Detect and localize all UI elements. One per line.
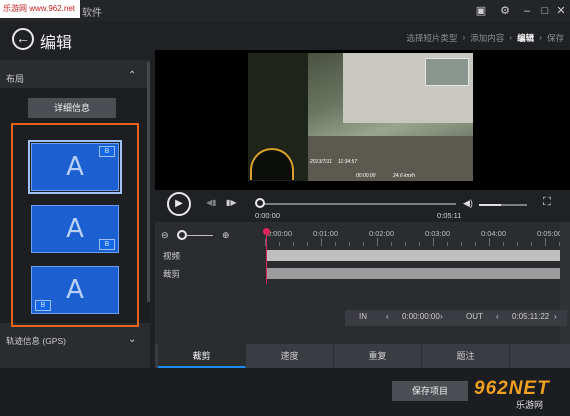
thumb-pip-label: B [35,300,51,311]
zoom-in-icon[interactable]: ⊕ [222,230,230,241]
total-time: 0:05:11 [437,211,462,220]
layout-thumb-3[interactable]: A B [31,266,119,314]
gps-section-title[interactable]: 轨迹信息 (GPS) [6,335,66,347]
chevron-right-icon: › [539,32,542,42]
osd-clock: 11:34:57 [338,159,358,165]
step-2[interactable]: 添加内容 [470,32,504,44]
current-time: 0:00:00 [255,211,281,220]
out-label: OUT [466,312,483,321]
tick-label: 0:04:00 [481,229,507,238]
play-button[interactable]: ▶ [167,192,191,216]
out-time[interactable]: 0:05:11:22 [512,312,549,321]
tab-caption[interactable]: 题注 [422,344,510,368]
step-1[interactable]: 选择短片类型 [406,32,457,44]
minimize-icon[interactable]: – [519,3,535,19]
track-label-cut: 裁剪 [163,269,181,279]
seek-handle[interactable] [255,198,265,208]
chevron-right-icon: › [462,32,466,42]
settings-icon[interactable]: ⚙ [497,3,513,19]
osd-date: 2013/7/11 [310,159,332,165]
in-time[interactable]: 0:00:00:00 [402,312,440,321]
chevron-right-icon: › [509,32,513,42]
tab-repeat[interactable]: 重复 [334,344,422,368]
osd-dist: 00:00:00 [356,173,376,179]
step-3[interactable]: 编辑 [517,32,534,44]
brand-main-text: 962NET [474,378,550,399]
next-frame-icon[interactable]: ▮▶ [226,198,237,207]
scrollbar[interactable] [147,62,150,302]
layout-thumb-1[interactable]: A B [28,140,122,194]
arrow-left-icon: ← [16,30,30,46]
picture-in-picture [425,58,469,86]
volume-icon[interactable]: ◀) [463,198,473,209]
fullscreen-icon[interactable]: ⛶ [543,196,551,209]
playhead[interactable] [266,230,267,284]
tick-label: 0:02:00 [369,229,395,238]
details-button[interactable]: 详细信息 [28,98,116,118]
playhead-handle[interactable] [263,228,270,235]
zoom-slider[interactable] [187,235,213,236]
in-prev-icon[interactable]: ‹ [386,312,389,321]
zoom-out-icon[interactable]: ⊖ [161,230,169,241]
out-prev-icon[interactable]: ‹ [496,312,499,321]
tick-label: 0:01:00 [313,229,339,238]
breadcrumb: 选择短片类型 › 添加内容 › 编辑 › 保存 [406,32,564,44]
layout-section-title: 布局 [6,74,25,84]
seek-bar[interactable] [262,203,456,205]
cut-track[interactable] [266,268,560,279]
chevron-down-icon[interactable]: ⌄ [128,334,136,345]
page-title: 编辑 [40,35,73,52]
maximize-icon[interactable]: □ [537,3,553,19]
close-icon[interactable]: ✕ [553,3,569,19]
chevron-up-icon[interactable]: ⌃ [128,70,136,81]
watermark: 乐游网 www.962.net [0,0,80,18]
back-button[interactable]: ← [12,28,34,50]
out-next-icon[interactable]: › [554,312,557,321]
app-title: 软件 [82,8,102,19]
prev-frame-icon[interactable]: ◀▮ [206,198,217,207]
toolbox-icon[interactable]: ▣ [473,3,489,19]
play-icon: ▶ [175,198,183,209]
in-next-icon[interactable]: › [440,312,443,321]
brand-logo: 962NET 乐游网 [474,378,568,412]
layout-list: A B A B A B [11,123,139,327]
volume-level [479,204,501,206]
in-label: IN [359,312,367,321]
thumb-pip-label: B [99,239,115,250]
osd-speed: 24.6 km/h [393,173,415,179]
thumb-pip-label: B [99,146,115,157]
step-4[interactable]: 保存 [547,32,564,44]
tab-speed[interactable]: 速度 [246,344,334,368]
tick-label: 0:05:00 [537,229,563,238]
track-label-video: 视频 [163,251,181,261]
save-project-button[interactable]: 保存项目 [392,381,468,401]
video-track[interactable] [266,250,560,261]
layout-thumb-2[interactable]: A B [31,205,119,253]
tick-label: 0:03:00 [425,229,451,238]
tab-cut[interactable]: 裁剪 [158,344,246,368]
time-ruler[interactable]: 0:00:00 0:01:00 0:02:00 0:03:00 0:04:00 … [265,224,565,246]
brand-sub-text: 乐游网 [516,400,544,410]
transport-bar [155,190,570,222]
tick-label: 0:00:00 [267,229,293,238]
zoom-handle[interactable] [177,230,187,240]
